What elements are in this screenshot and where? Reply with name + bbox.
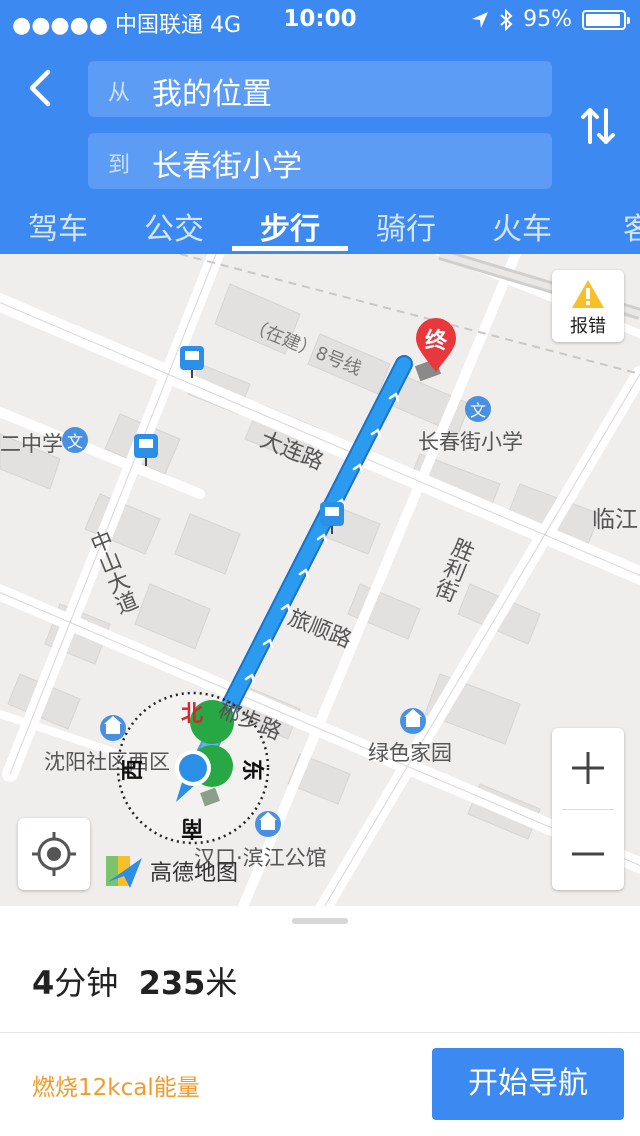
top-header: ●●●●● 中国联通 4G 10:00 95% 从 我的位置 到 长春街小学 驾… xyxy=(0,0,640,254)
chevron-left-icon xyxy=(29,69,51,107)
residence-icon xyxy=(255,811,281,837)
start-navigation-button[interactable]: 开始导航 xyxy=(432,1048,624,1120)
school-label-er: 二中学 xyxy=(0,432,63,456)
compass-east: 东 xyxy=(239,758,265,782)
origin-tag: 从 xyxy=(108,81,131,106)
warning-icon xyxy=(572,280,604,308)
amap-logo: 高德地图 xyxy=(104,852,238,890)
plus-icon xyxy=(572,752,604,784)
school-label-changchun: 长春街小学 xyxy=(418,430,523,454)
residence-icon xyxy=(100,715,126,741)
destination-field[interactable]: 到 长春街小学 xyxy=(88,133,552,189)
compass-west: 西 xyxy=(121,758,147,782)
tab-bike[interactable]: 骑行 xyxy=(348,204,464,248)
crosshair-icon xyxy=(32,832,76,876)
school-icon: 文 xyxy=(62,427,88,453)
tab-coach[interactable]: 客 xyxy=(580,204,640,248)
destination-tag: 到 xyxy=(108,153,131,178)
svg-text:文: 文 xyxy=(67,432,83,451)
end-marker-icon: 终 xyxy=(414,316,458,374)
school-icon: 文 xyxy=(465,396,491,422)
route-summary-panel: 4分钟 235米 燃烧12kcal能量 开始导航 xyxy=(0,906,640,1136)
report-error-label: 报错 xyxy=(570,316,606,337)
distance-number: 235 xyxy=(138,964,206,1002)
place-label-green-home: 绿色家园 xyxy=(368,741,452,765)
active-tab-indicator xyxy=(232,246,348,251)
compass-north: 北 xyxy=(181,702,204,727)
zoom-controls xyxy=(552,728,624,890)
amap-logo-text: 高德地图 xyxy=(150,861,239,886)
residence-icon xyxy=(400,708,426,734)
place-label-linjiang: 临江 xyxy=(592,507,638,533)
panel-divider xyxy=(0,1032,640,1033)
zoom-in-button[interactable] xyxy=(552,728,624,809)
zoom-out-button[interactable] xyxy=(552,809,624,890)
origin-value: 我的位置 xyxy=(152,77,272,112)
swap-icon xyxy=(581,108,615,144)
map-view[interactable]: 文 文 终 （在建）8号线 大连路 长春街小学 二中学 临江 中山大道 胜利街 … xyxy=(0,254,640,906)
minus-icon xyxy=(572,852,604,856)
bluetooth-icon xyxy=(500,8,513,31)
destination-value: 长春街小学 xyxy=(152,149,302,184)
tab-train[interactable]: 火车 xyxy=(464,204,580,248)
origin-field[interactable]: 从 我的位置 xyxy=(88,61,552,117)
svg-text:文: 文 xyxy=(470,401,486,420)
end-marker-label: 终 xyxy=(424,329,447,354)
tab-bus[interactable]: 公交 xyxy=(116,204,232,248)
calorie-text: 燃烧12kcal能量 xyxy=(32,1075,200,1101)
battery-percent: 95% xyxy=(523,7,572,32)
place-label-shenyang: 沈阳社区西区 xyxy=(44,750,170,774)
report-error-button[interactable]: 报错 xyxy=(552,270,624,342)
location-arrow-icon xyxy=(472,11,489,28)
swap-route-button[interactable] xyxy=(578,104,618,148)
battery-icon xyxy=(582,9,630,30)
tab-walk[interactable]: 步行 xyxy=(232,204,348,248)
back-button[interactable] xyxy=(22,66,62,110)
duration-unit: 分钟 xyxy=(54,964,119,1002)
locate-me-button[interactable] xyxy=(18,818,90,890)
status-right: 95% xyxy=(471,7,630,32)
panel-drag-handle[interactable] xyxy=(292,918,348,924)
route-summary: 4分钟 235米 xyxy=(32,958,237,1004)
distance-unit: 米 xyxy=(205,964,238,1002)
compass-south: 南 xyxy=(181,815,204,840)
status-bar: ●●●●● 中国联通 4G 10:00 95% xyxy=(0,0,640,40)
tab-drive[interactable]: 驾车 xyxy=(0,204,116,248)
duration-number: 4 xyxy=(32,964,55,1002)
amap-logo-icon xyxy=(106,856,142,888)
